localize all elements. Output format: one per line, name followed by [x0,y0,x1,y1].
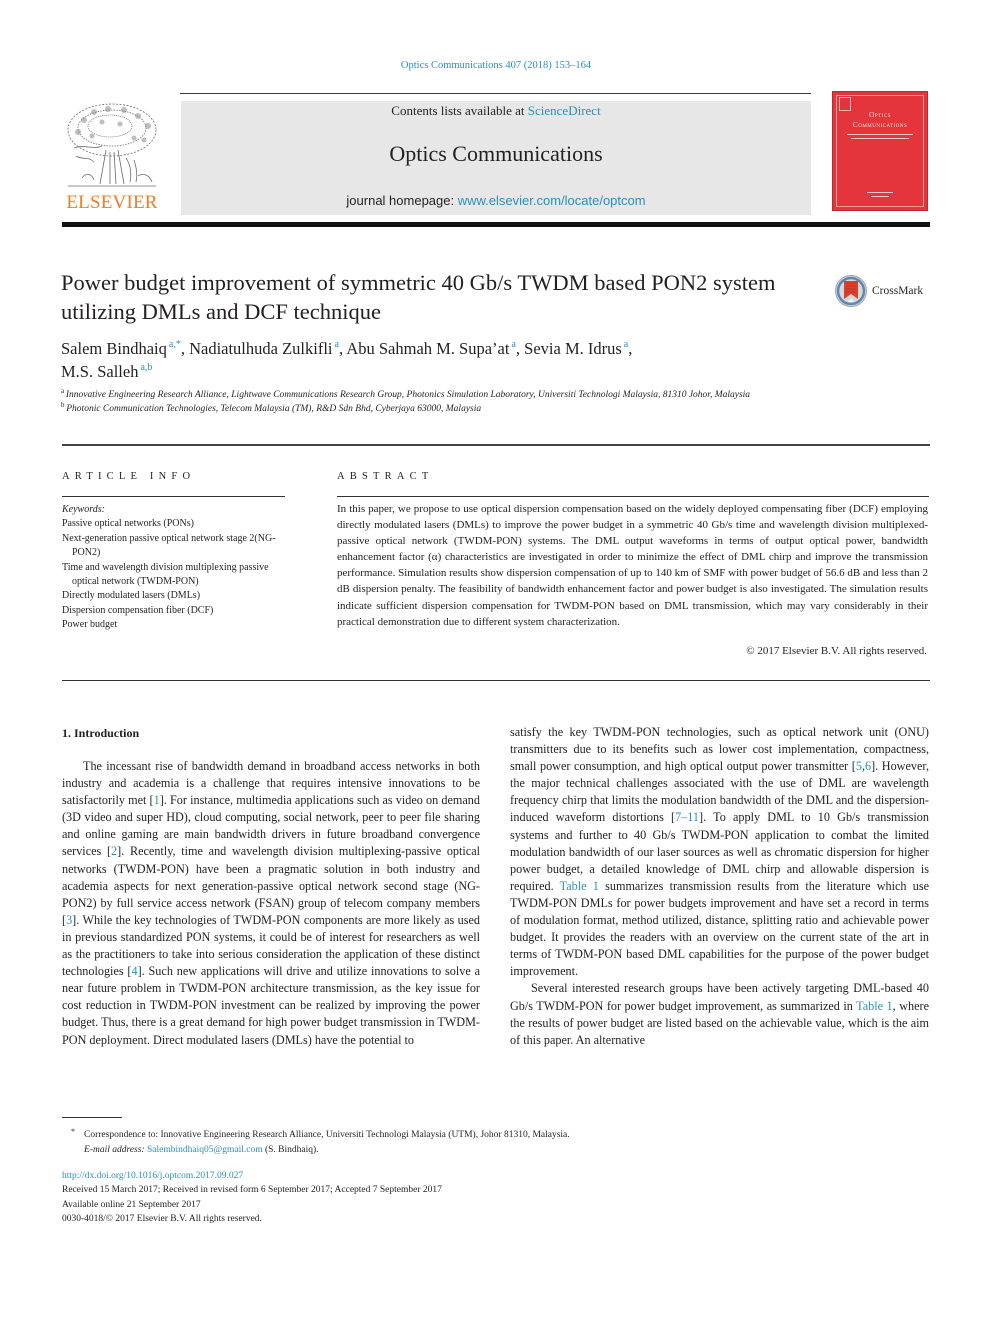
elsevier-tree-icon [67,103,157,187]
affiliations: a Innovative Engineering Research Allian… [61,388,851,416]
article-info-rule [62,496,285,497]
author-name[interactable]: Abu Sahmah M. Supa’at [346,339,509,358]
article-info-heading: ARTICLE INFO [62,471,196,482]
paragraph-text: summarizes transmission results from the… [510,878,929,979]
section-rule [62,444,930,446]
section-heading-introduction: 1. Introduction [62,726,140,740]
header-rule [180,93,811,94]
abstract-heading: ABSTRACT [337,471,434,482]
keyword-list: Passive optical networks (PONs) Next-gene… [62,517,297,632]
available-online-date: Available online 21 September 2017 [62,1199,201,1210]
crossmark-label: CrossMark [872,285,924,297]
abstract-text: In this paper, we propose to use optical… [337,503,928,628]
affiliation-text: Photonic Communication Technologies, Tel… [66,404,482,414]
keyword-item: Dispersion compensation fiber (DCF) [62,604,214,616]
article-title: Power budget improvement of symmetric 40… [61,270,776,324]
abstract-rule [337,496,929,497]
cover-text-line [847,134,913,135]
cover-text-line [871,196,889,197]
sciencedirect-link[interactable]: ScienceDirect [528,103,601,118]
received-dates: Received 15 March 2017; Received in revi… [62,1185,442,1196]
crossmark-icon [835,275,867,307]
cover-text-line [867,192,893,193]
affiliation-a: a Innovative Engineering Research Allian… [61,388,851,402]
keyword-item: Time and wavelength division multiplexin… [62,561,269,588]
author-list: Salem Bindhaiq a,*, Nadiatulhuda Zulkifl… [61,337,821,383]
author-name[interactable]: Sevia M. Idrus [524,339,622,358]
correspondence-footnote: * Correspondence to: Innovative Engineeri… [62,1125,922,1143]
footnotes: * Correspondence to: Innovative Engineeri… [62,1125,922,1157]
body-column-left: The incessant rise of bandwidth demand i… [62,758,480,1049]
keyword-item: Power budget [62,619,118,631]
keywords-label: Keywords: [62,504,105,515]
keyword-item: Passive optical networks (PONs) [62,518,194,530]
author-name[interactable]: Nadiatulhuda Zulkifli [189,339,332,358]
crossmark-badge[interactable]: CrossMark [834,274,934,310]
journal-cover-thumbnail[interactable]: Optics Communications [832,91,928,211]
author-separator: , [180,339,190,358]
author-separator: , [515,339,525,358]
journal-banner: Contents lists available at ScienceDirec… [181,101,811,215]
footnote-marker: * [71,1127,75,1136]
email-footnote: E-mail address: Salembindhaiq05@gmail.co… [62,1143,922,1158]
contents-prefix: Contents lists available at [391,103,528,118]
homepage-prefix: journal homepage: [346,193,458,208]
abstract-copyright: © 2017 Elsevier B.V. All rights reserved… [746,645,927,657]
email-link[interactable]: Salembindhaiq05@gmail.com [147,1145,263,1155]
keyword-item: Next-generation passive optical network … [62,532,276,559]
journal-citation-link[interactable]: Optics Communications 407 (2018) 153–164 [0,60,992,71]
issn-copyright: 0030-4018/© 2017 Elsevier B.V. All right… [62,1213,262,1224]
table-reference-link[interactable]: Table 1 [560,879,599,893]
keywords-block: Keywords: Passive optical networks (PONs… [62,503,297,633]
section-rule [62,680,930,681]
email-suffix: (S. Bindhaiq). [262,1144,319,1155]
keyword-item: Directly modulated lasers (DMLs) [62,590,201,602]
cover-text-line [851,138,909,139]
author-separator: , [628,339,633,358]
body-column-right: satisfy the key TWDM-PON technologies, s… [510,724,929,1049]
citation-link[interactable]: 7–11 [675,810,699,824]
journal-title: Optics Communications [389,141,603,166]
cover-emblem-icon [839,97,851,111]
elsevier-wordmark: ELSEVIER [66,192,158,213]
journal-homepage-link[interactable]: www.elsevier.com/locate/optcom [458,193,646,208]
cover-title-line2: Communications [852,120,908,129]
journal-homepage-line: journal homepage: www.elsevier.com/locat… [181,193,811,208]
correspondence-text: Correspondence to: Innovative Engineerin… [84,1130,570,1140]
doi-link[interactable]: http://dx.doi.org/10.1016/j.optcom.2017.… [62,1169,922,1183]
body-paragraph: Several interested research groups have … [510,980,929,1048]
body-paragraph: satisfy the key TWDM-PON technologies, s… [510,724,929,980]
cover-title-line1: Optics [868,110,892,119]
author-affiliation-marker[interactable]: a,b [138,362,152,373]
affiliation-text: Innovative Engineering Research Alliance… [65,390,751,400]
author-name[interactable]: M.S. Salleh [61,362,138,381]
author-affiliation-marker[interactable]: a,* [167,339,181,350]
elsevier-logo[interactable]: ELSEVIER [62,100,162,215]
footnote-rule [62,1117,122,1118]
table-reference-link[interactable]: Table 1 [856,999,892,1013]
email-label: E-mail address: [84,1144,147,1155]
header-thick-rule [62,222,930,227]
publication-info: http://dx.doi.org/10.1016/j.optcom.2017.… [62,1169,922,1226]
affiliation-b: b Photonic Communication Technologies, T… [61,402,851,416]
author-name[interactable]: Salem Bindhaiq [61,339,167,358]
contents-available-line: Contents lists available at ScienceDirec… [181,103,811,119]
cover-title: Optics Communications [833,110,927,130]
body-paragraph: The incessant rise of bandwidth demand i… [62,758,480,1049]
